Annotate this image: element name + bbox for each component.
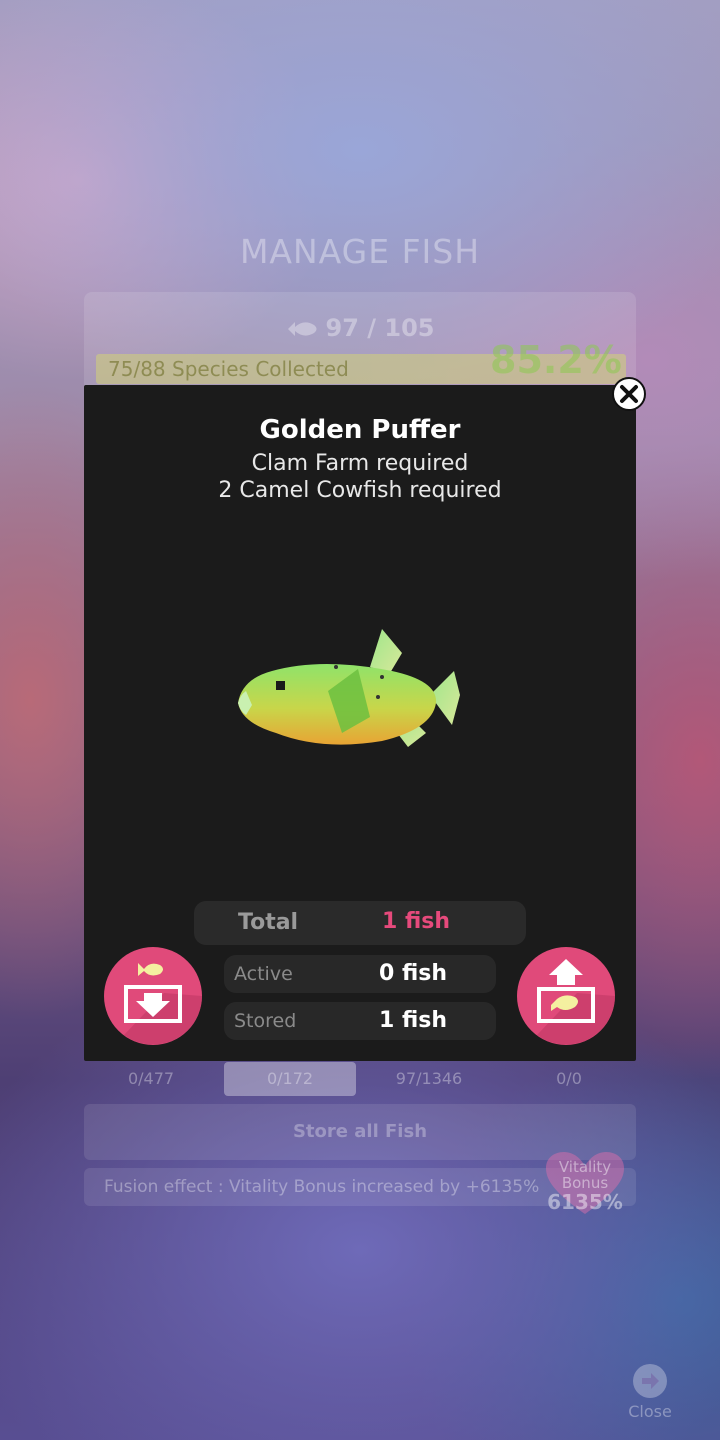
close-icon xyxy=(620,385,638,403)
active-label: Active xyxy=(234,963,293,985)
golden-puffer-image xyxy=(238,629,460,747)
active-stat: Active 0 fish xyxy=(224,955,496,993)
total-stat: Total 1 fish xyxy=(194,901,526,945)
stored-stat: Stored 1 fish xyxy=(224,1002,496,1040)
tab-category-4[interactable]: 0/0 xyxy=(502,1062,636,1096)
category-tabs: 0/477 0/172 97/1346 0/0 xyxy=(84,1062,636,1098)
tab-category-3[interactable]: 97/1346 xyxy=(362,1062,496,1096)
close-dialog-button[interactable] xyxy=(612,377,646,411)
total-label: Total xyxy=(238,910,299,935)
requirement-2: 2 Camel Cowfish required xyxy=(218,478,502,503)
vitality-value: 6135% xyxy=(547,1190,623,1214)
page-title: MANAGE FISH xyxy=(239,232,481,271)
fish-name: Golden Puffer xyxy=(259,415,461,445)
close-button[interactable]: Close xyxy=(616,1360,684,1426)
species-percent: 85.2% xyxy=(490,338,622,382)
arrow-right-icon xyxy=(633,1364,667,1398)
tab-category-1[interactable]: 0/477 xyxy=(84,1062,218,1096)
fish-icon xyxy=(287,322,316,336)
store-fish-button[interactable] xyxy=(104,947,202,1045)
close-label: Close xyxy=(628,1402,672,1421)
requirement-1: Clam Farm required xyxy=(251,451,469,476)
total-value: 1 fish xyxy=(382,909,451,934)
tab-category-2[interactable]: 0/172 xyxy=(224,1062,356,1096)
vitality-bonus-badge: Vitality Bonus 6135% xyxy=(544,1150,626,1218)
stored-label: Stored xyxy=(234,1010,297,1032)
fish-count-value: 97 / 105 xyxy=(325,314,435,342)
retrieve-fish-button[interactable] xyxy=(517,947,615,1045)
store-fish-icon xyxy=(124,963,202,1045)
active-value: 0 fish xyxy=(379,961,448,986)
retrieve-fish-icon xyxy=(537,959,615,1045)
species-progress-label: 75/88 Species Collected xyxy=(108,357,349,381)
stored-value: 1 fish xyxy=(379,1008,448,1033)
fish-detail-dialog: Golden Puffer Clam Farm required 2 Camel… xyxy=(84,385,636,1061)
